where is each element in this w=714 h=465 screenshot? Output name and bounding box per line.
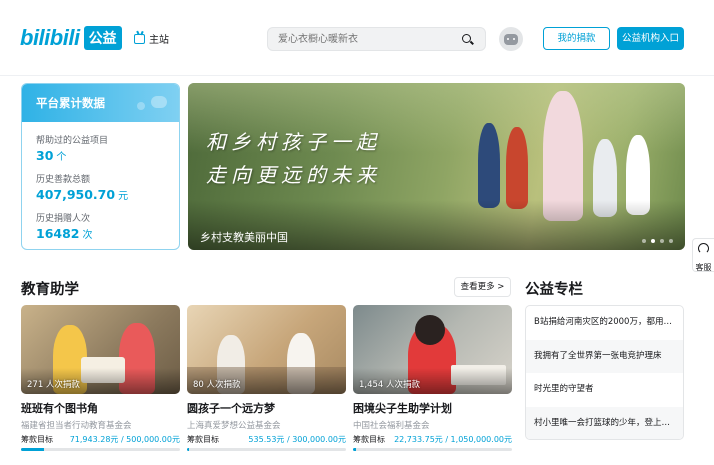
project-org: 中国社会福利基金会: [353, 421, 430, 431]
column-article-link[interactable]: B站捐给河南灾区的2000万，都用在了哪里？: [526, 306, 683, 340]
stat-value: 407,950.70 元: [36, 187, 129, 202]
project-goal: 筹款目标 71,943.28元 / 500,000.00元: [21, 435, 180, 444]
stat-value: 16482 次: [36, 226, 93, 241]
banner-slogan-line2: 走向更远的未来: [206, 163, 381, 187]
education-section-title: 教育助学: [21, 282, 79, 298]
banner-photo-figure: [506, 127, 528, 209]
project-title[interactable]: 圆孩子一个远方梦: [187, 400, 346, 416]
search-input[interactable]: [278, 28, 458, 50]
home-link-label: 主站: [149, 35, 169, 46]
stat-donors: 历史捐赠人次 16482 次: [36, 211, 93, 241]
customer-service-button[interactable]: 客服: [692, 238, 714, 272]
carousel-dots: [642, 239, 673, 243]
project-title[interactable]: 困境尖子生助学计划: [353, 400, 512, 416]
project-card[interactable]: 271 人次捐款 班班有个图书角 福建省担当者行动教育基金会 筹款目标 71,9…: [21, 305, 180, 451]
carousel-dot[interactable]: [642, 239, 646, 243]
column-list: B站捐给河南灾区的2000万，都用在了哪里？ 我拥有了全世界第一张电竞护理床 时…: [525, 305, 684, 440]
project-org: 上海真爱梦想公益基金会: [187, 421, 281, 431]
column-article-link[interactable]: 我拥有了全世界第一张电竞护理床: [526, 339, 683, 373]
carousel-dot[interactable]: [660, 239, 664, 243]
stat-label: 帮助过的公益项目: [36, 136, 109, 146]
stat-label: 历史善款总额: [36, 175, 91, 185]
search-box: [267, 27, 486, 51]
column-section-title: 公益专栏: [525, 282, 583, 298]
carousel-dot[interactable]: [669, 239, 673, 243]
donation-count: 80 人次捐款: [193, 380, 241, 390]
project-goal: 筹款目标 22,733.75元 / 1,050,000.00元: [353, 435, 512, 444]
view-more-button[interactable]: 查看更多 >: [454, 277, 511, 297]
project-card[interactable]: 80 人次捐款 圆孩子一个远方梦 上海真爱梦想公益基金会 筹款目标 535.53…: [187, 305, 346, 451]
hero-banner[interactable]: 和乡村孩子一起 走向更远的未来 乡村支教美丽中国: [188, 83, 685, 250]
column-article-link[interactable]: 村小里唯一会打篮球的少年，登上了央视: [526, 406, 683, 439]
stats-title: 平台累计数据: [36, 96, 105, 110]
banner-slogan-line1: 和乡村孩子一起: [206, 130, 381, 154]
progress-bar: [187, 448, 346, 451]
banner-caption: 乡村支教美丽中国: [200, 231, 288, 244]
banner-photo-figure: [478, 123, 500, 208]
carousel-dot-active[interactable]: [651, 239, 655, 243]
project-goal: 筹款目标 535.53元 / 300,000.00元: [187, 435, 346, 444]
stat-label: 历史捐赠人次: [36, 214, 91, 224]
avatar[interactable]: [499, 27, 523, 51]
progress-bar: [21, 448, 180, 451]
logo-badge: 公益: [83, 26, 122, 50]
bubble-decoration: [151, 96, 167, 108]
tv-mascot-icon: [504, 34, 518, 45]
headset-icon: [698, 243, 709, 254]
bilibili-gongyi-logo[interactable]: bilibili 公益: [20, 25, 122, 51]
tv-icon: [134, 33, 145, 44]
stats-header: 平台累计数据: [22, 84, 179, 122]
project-image[interactable]: 271 人次捐款: [21, 305, 180, 394]
project-image[interactable]: 1,454 人次捐款: [353, 305, 512, 394]
project-image[interactable]: 80 人次捐款: [187, 305, 346, 394]
column-article-link[interactable]: 时光里的守望者: [526, 373, 683, 407]
stat-total-amount: 历史善款总额 407,950.70 元: [36, 172, 128, 202]
donation-count: 1,454 人次捐款: [359, 380, 421, 390]
project-title[interactable]: 班班有个图书角: [21, 400, 180, 416]
logo-text: bilibili: [20, 25, 80, 50]
home-link[interactable]: 主站: [134, 31, 169, 46]
service-label: 客服: [695, 263, 712, 272]
my-donation-button[interactable]: 我的捐款: [543, 27, 610, 50]
search-icon[interactable]: [462, 34, 471, 43]
org-entry-button[interactable]: 公益机构入口: [617, 27, 684, 50]
donation-count: 271 人次捐款: [27, 380, 80, 390]
project-card[interactable]: 1,454 人次捐款 困境尖子生助学计划 中国社会福利基金会 筹款目标 22,7…: [353, 305, 512, 451]
progress-bar: [353, 448, 512, 451]
project-org: 福建省担当者行动教育基金会: [21, 421, 132, 431]
stat-value: 30 个: [36, 148, 67, 163]
top-header: bilibili 公益 主站 我的捐款 公益机构入口: [0, 0, 714, 76]
stat-projects: 帮助过的公益项目 30 个: [36, 133, 108, 163]
bubble-decoration: [137, 102, 145, 110]
platform-stats-card: 平台累计数据 帮助过的公益项目 30 个 历史善款总额 407,950.70 元 历…: [21, 83, 180, 250]
